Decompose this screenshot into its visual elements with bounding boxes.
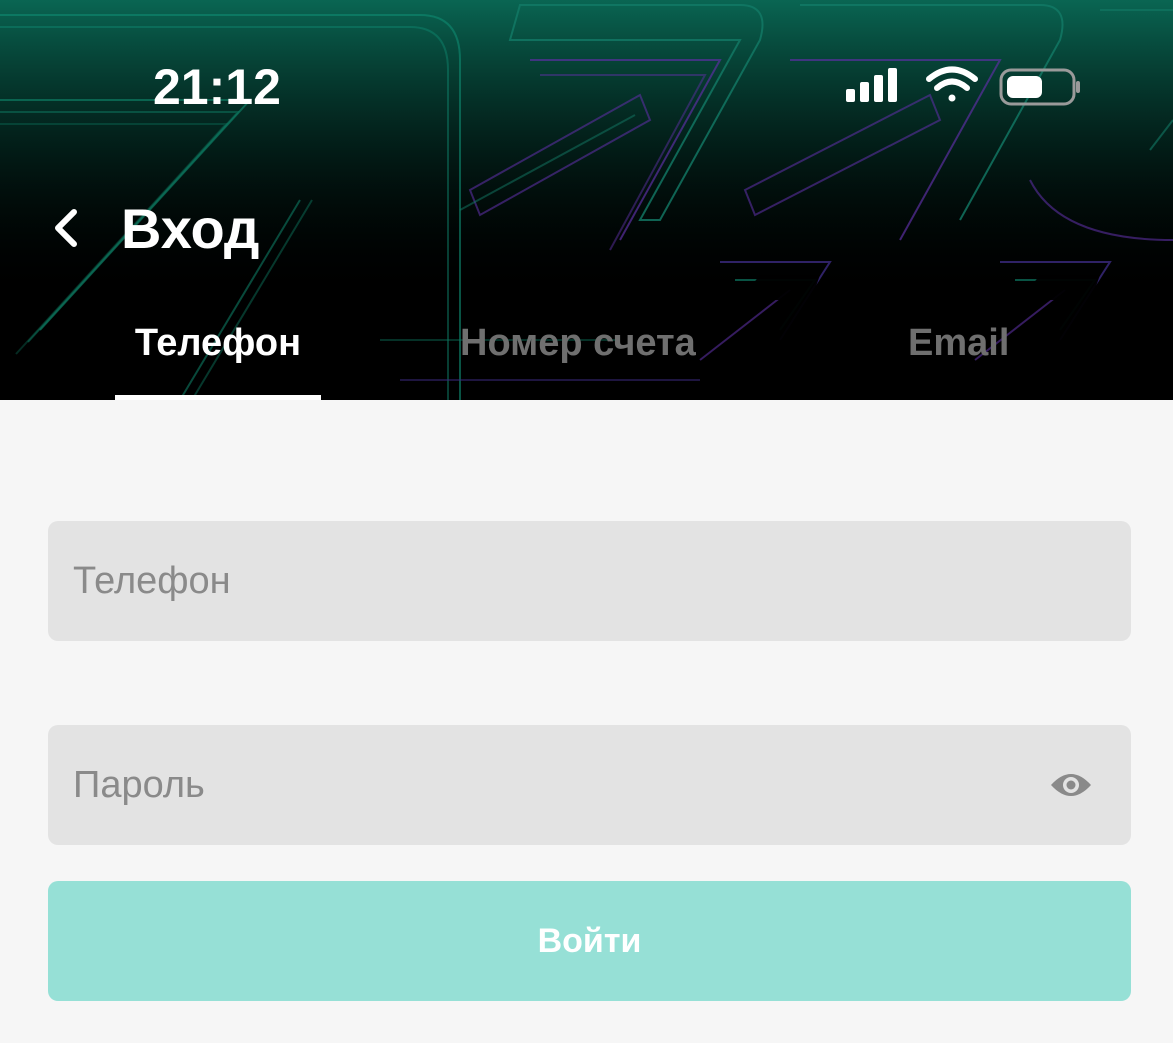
wifi-icon [926,66,978,102]
page-title: Вход [121,197,260,260]
status-icons [843,66,1083,117]
password-field-container [48,725,1131,845]
tab-account-number[interactable]: Номер счета [460,322,696,400]
back-button[interactable] [36,198,96,258]
tab-phone[interactable]: Телефон [115,322,321,400]
phone-input[interactable] [48,521,1131,641]
tab-email[interactable]: Email [908,322,1009,400]
phone-field-container [48,521,1131,641]
active-tab-indicator [115,395,321,400]
status-time: 21:12 [153,59,281,115]
header: 21:12 Вход Телефон Номер счета Email [0,0,1173,400]
login-button[interactable]: Войти [48,881,1131,1001]
password-input[interactable] [48,725,1131,845]
toggle-password-visibility-button[interactable] [1047,763,1095,807]
chevron-left-icon [55,209,77,247]
eye-icon [1051,774,1091,796]
battery-icon [999,68,1080,106]
signal-icon [846,68,897,102]
